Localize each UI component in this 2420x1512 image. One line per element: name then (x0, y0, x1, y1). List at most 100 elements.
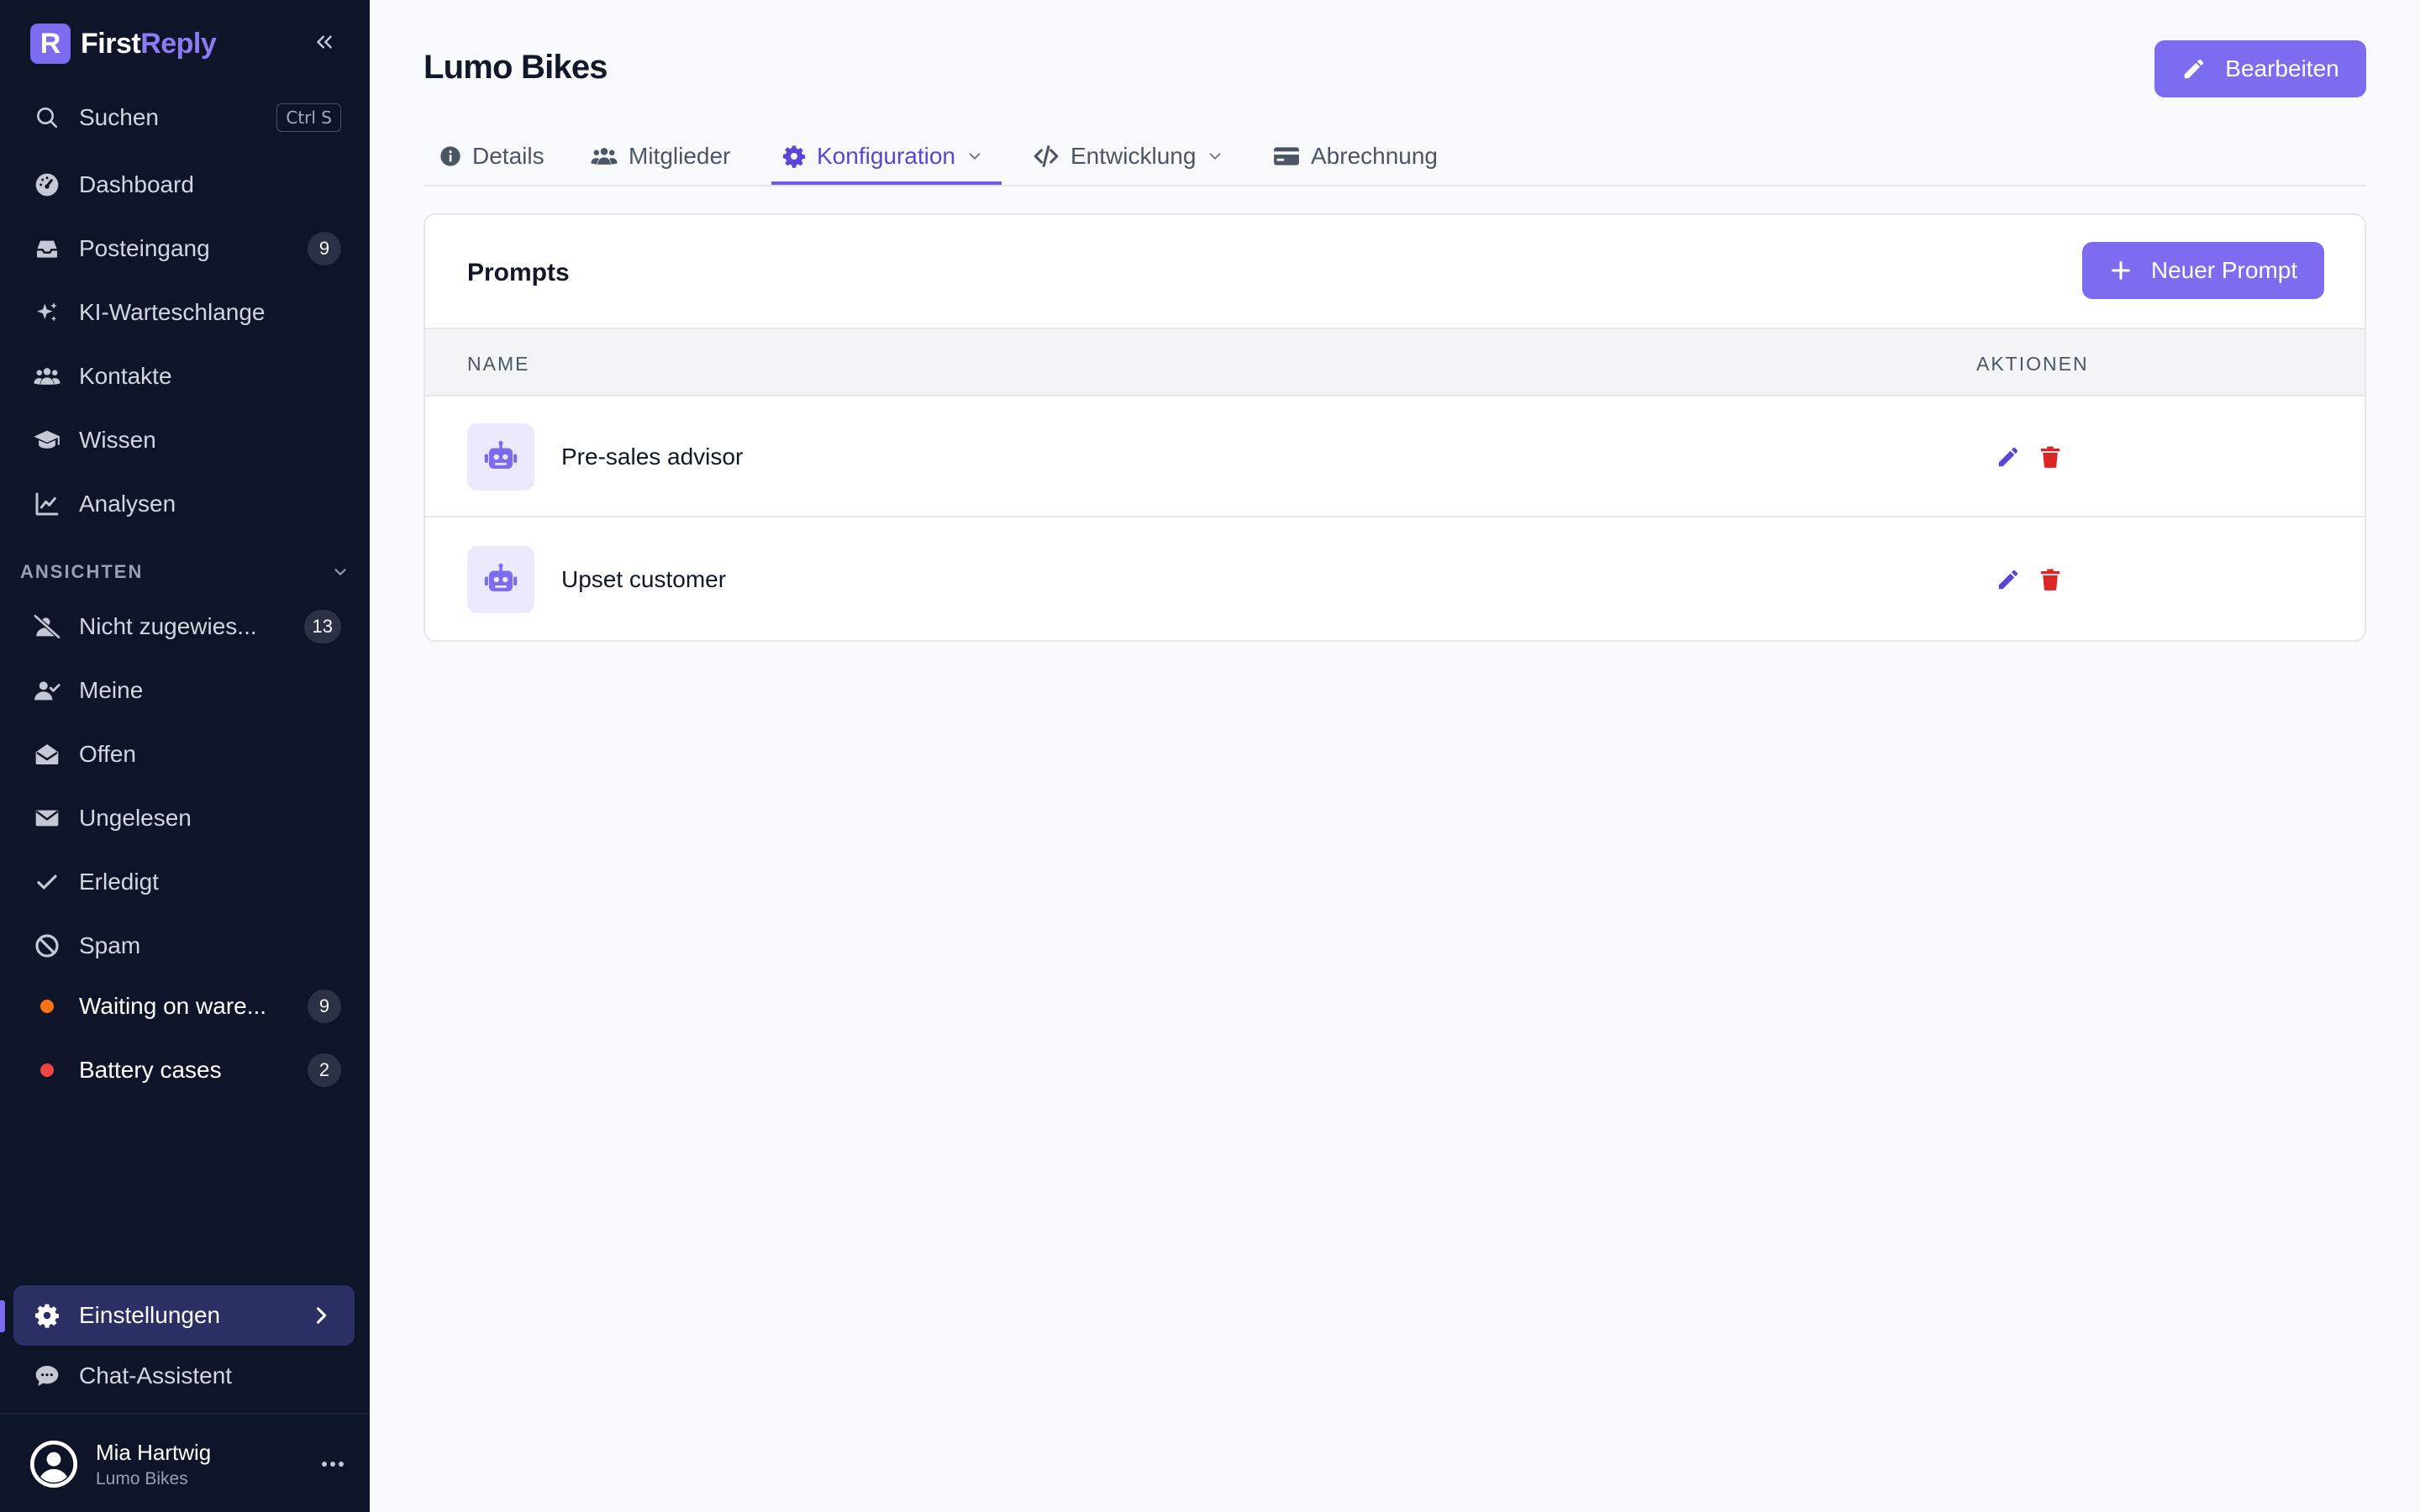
ellipsis-icon (322, 1462, 344, 1467)
user-more-button[interactable] (316, 1447, 350, 1481)
column-header-name: NAME (467, 353, 530, 375)
sidebar: R FirstReply Suchen Ctrl S Dashboard Pos… (0, 0, 370, 1512)
delete-prompt-button[interactable] (2035, 442, 2065, 472)
red-dot-icon (40, 1063, 54, 1077)
new-prompt-label: Neuer Prompt (2150, 257, 2298, 283)
nav-item-label: Analysen (79, 491, 176, 517)
view-item-nicht-zugewiesen[interactable]: Nicht zugewies... 13 (13, 600, 355, 654)
view-item-label: Ungelesen (79, 805, 192, 831)
tab-label: Konfiguration (817, 143, 956, 169)
column-header-aktionen: AKTIONEN (1976, 353, 2089, 375)
chevrons-left-icon (317, 35, 332, 49)
views-section-header[interactable]: ANSICHTEN (20, 561, 350, 583)
chevron-down-icon (969, 153, 981, 160)
tab-label: Mitglieder (629, 143, 731, 169)
view-item-label: Nicht zugewies... (79, 613, 257, 639)
chevron-down-icon (1209, 153, 1221, 160)
user-check-icon (32, 675, 62, 706)
nav-item-label: Chat-Assistent (79, 1362, 233, 1389)
envelope-open-icon (32, 739, 62, 769)
count-badge: 9 (308, 232, 341, 265)
status-dot-container (32, 991, 62, 1021)
user-slash-icon (32, 612, 62, 642)
user-name: Mia Hartwig (96, 1439, 212, 1465)
nav-item-chat-assistent[interactable]: Chat-Assistent (13, 1349, 355, 1403)
count-badge: 13 (303, 610, 341, 643)
table-row[interactable]: Pre-sales advisor (425, 396, 2365, 517)
search-button[interactable]: Suchen Ctrl S (13, 91, 355, 144)
view-item-spam[interactable]: Spam (13, 919, 355, 973)
view-item-label: Meine (79, 677, 144, 703)
trash-icon (2040, 569, 2060, 591)
view-item-meine[interactable]: Meine (13, 664, 355, 717)
tab-entwicklung[interactable]: Entwicklung (1032, 126, 1224, 186)
gear-icon (32, 1300, 62, 1331)
nav-item-kontakte[interactable]: Kontakte (13, 349, 355, 403)
nav-item-label: Kontakte (79, 363, 172, 389)
new-prompt-button[interactable]: Neuer Prompt (2082, 242, 2324, 299)
ban-icon (32, 931, 62, 961)
users-icon (32, 361, 62, 391)
tab-mitglieder[interactable]: Mitglieder (590, 126, 730, 186)
tab-label: Details (472, 143, 544, 169)
prompt-name: Upset customer (561, 566, 727, 592)
orange-dot-icon (40, 1000, 54, 1013)
credit-card-icon (1274, 147, 1299, 165)
robot-icon (467, 423, 534, 491)
nav-item-ki-warteschlange[interactable]: KI-Warteschlange (13, 286, 355, 339)
tab-abrechnung[interactable]: Abrechnung (1272, 126, 1438, 186)
view-item-label: Battery cases (79, 1057, 222, 1083)
brand-logo[interactable]: R FirstReply (30, 24, 217, 64)
search-shortcut: Ctrl S (276, 103, 341, 132)
nav-item-dashboard[interactable]: Dashboard (13, 158, 355, 212)
tab-details[interactable]: Details (439, 126, 544, 186)
view-item-battery-cases[interactable]: Battery cases 2 (13, 1043, 355, 1097)
graduation-cap-icon (32, 425, 62, 455)
chart-line-icon (32, 489, 62, 519)
gauge-icon (32, 170, 62, 200)
edit-prompt-button[interactable] (1993, 442, 2023, 472)
view-item-ungelesen[interactable]: Ungelesen (13, 791, 355, 845)
sparkles-icon (32, 297, 62, 328)
nav-item-label: KI-Warteschlange (79, 299, 266, 325)
collapse-sidebar-button[interactable] (308, 25, 341, 59)
user-org: Lumo Bikes (96, 1468, 188, 1488)
prompt-name: Pre-sales advisor (561, 444, 744, 470)
tab-label: Entwicklung (1071, 143, 1197, 169)
table-row[interactable]: Upset customer (425, 519, 2365, 640)
view-item-waiting-on-warehouse[interactable]: Waiting on ware... 9 (13, 979, 355, 1033)
check-icon (32, 867, 62, 897)
table-header: NAME AKTIONEN (425, 328, 2365, 396)
robot-icon (467, 546, 534, 613)
tab-konfiguration[interactable]: Konfiguration (781, 126, 984, 186)
user-menu[interactable]: Mia Hartwig Lumo Bikes (30, 1436, 350, 1492)
nav-item-label: Posteingang (79, 235, 210, 261)
view-item-erledigt[interactable]: Erledigt (13, 855, 355, 909)
inbox-icon (32, 234, 62, 264)
chevron-right-icon (316, 1307, 327, 1324)
status-dot-container (32, 1055, 62, 1085)
edit-prompt-button[interactable] (1993, 564, 2023, 595)
nav-item-analysen[interactable]: Analysen (13, 477, 355, 531)
nav-item-label: Einstellungen (79, 1302, 221, 1328)
search-label: Suchen (79, 104, 159, 130)
tab-label: Abrechnung (1311, 143, 1439, 169)
nav-item-wissen[interactable]: Wissen (13, 413, 355, 467)
pencil-icon (1998, 447, 2018, 467)
chat-bubble-icon (32, 1361, 62, 1391)
prompts-card: Prompts NAME AKTIONEN Pre-sales advisor … (424, 213, 2366, 642)
brand-name: FirstReply (81, 28, 217, 60)
prompts-title: Prompts (467, 259, 570, 286)
nav-item-posteingang[interactable]: Posteingang 9 (13, 222, 355, 276)
nav-item-einstellungen[interactable]: Einstellungen (13, 1285, 355, 1346)
nav-item-label: Dashboard (79, 171, 194, 197)
edit-button[interactable]: Bearbeiten (2154, 40, 2366, 97)
gear-icon (782, 145, 806, 168)
pencil-icon (1998, 570, 2018, 590)
tab-bar: Details Mitglieder Konfiguration Entwick… (424, 126, 2366, 186)
view-item-offen[interactable]: Offen (13, 727, 355, 781)
delete-prompt-button[interactable] (2035, 564, 2065, 595)
view-item-label: Offen (79, 741, 136, 767)
chevron-down-icon (334, 569, 346, 575)
plus-icon (2111, 261, 2130, 280)
